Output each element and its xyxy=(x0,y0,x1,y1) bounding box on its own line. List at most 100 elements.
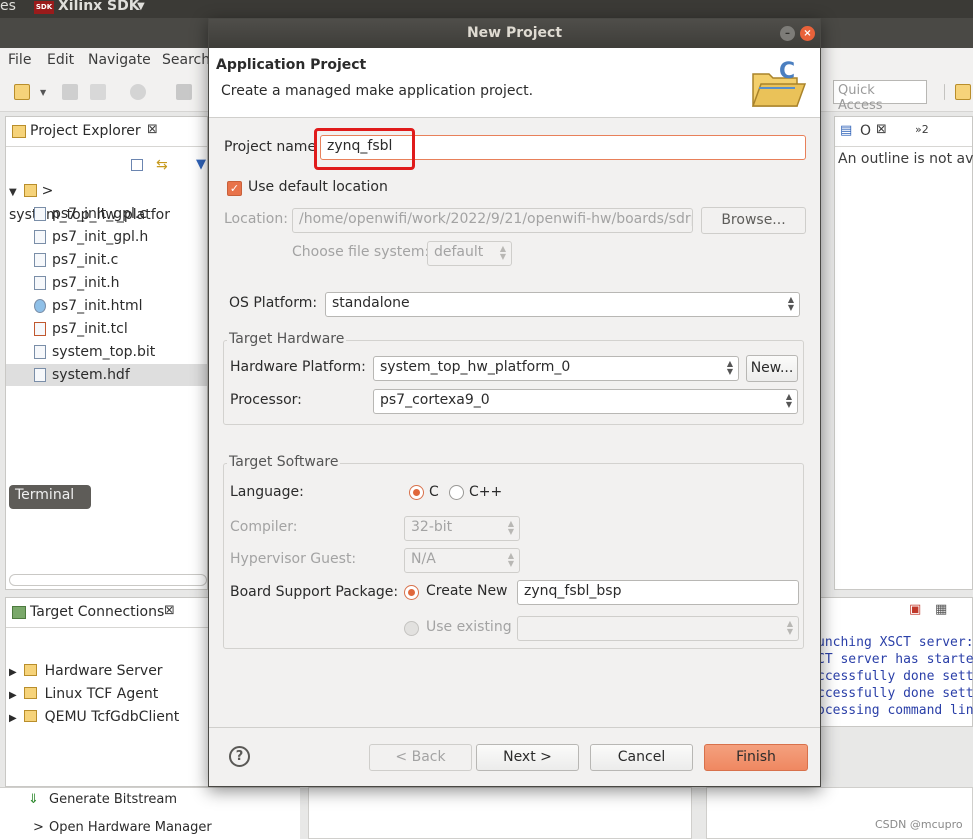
bsp-use-existing-label: Use existing xyxy=(426,619,512,635)
app-menu-title[interactable]: Xilinx SDK xyxy=(58,0,140,14)
dialog-header: Application Project Create a managed mak… xyxy=(209,48,820,118)
link-editor-icon[interactable]: ⇆ xyxy=(156,157,168,173)
language-c-radio[interactable] xyxy=(409,485,424,500)
hypervisor-guest-value: N/A xyxy=(411,551,436,567)
menu-file[interactable]: File xyxy=(8,52,31,68)
location-label: Location: xyxy=(224,211,288,227)
tree-file[interactable]: ps7_init.html xyxy=(34,295,204,317)
location-input[interactable]: /home/openwifi/work/2022/9/21/openwifi-h… xyxy=(292,208,693,233)
tree-file[interactable]: system_top.bit xyxy=(34,341,204,363)
tree-file-label: ps7_init.h xyxy=(52,275,120,291)
outline-tab[interactable]: O xyxy=(860,123,871,139)
outline-panel: ▤ O ⊠ »2 An outline is not ava xyxy=(834,116,973,590)
bsp-label: Board Support Package: xyxy=(230,584,399,600)
new-hardware-button[interactable]: New... xyxy=(746,355,798,382)
use-default-location-checkbox[interactable]: ✓ xyxy=(227,181,242,196)
file-system-value: default xyxy=(434,244,484,260)
tree-file[interactable]: ps7_init_gpl.c xyxy=(34,203,204,225)
minimize-icon[interactable]: – xyxy=(780,26,795,41)
finish-button[interactable]: Finish xyxy=(704,744,808,771)
tree-connection[interactable]: ▶ QEMU TcfGdbClient xyxy=(9,706,179,728)
new-wizard-icon[interactable] xyxy=(14,84,30,100)
folder-icon xyxy=(24,710,38,722)
spinner-arrows-icon: ▲ ▼ xyxy=(785,392,792,409)
bsp-create-new-radio[interactable] xyxy=(404,585,419,600)
tree-file-label: ps7_init.c xyxy=(52,252,119,268)
os-platform-value: standalone xyxy=(332,295,410,311)
tree-file[interactable]: ps7_init.tcl xyxy=(34,318,204,340)
processor-select[interactable]: ps7_cortexa9_0 ▲ ▼ xyxy=(373,389,798,414)
project-explorer-title: Project Explorer xyxy=(30,123,141,139)
save-icon[interactable] xyxy=(62,84,78,100)
h-file-icon xyxy=(34,230,46,244)
bsp-name-input[interactable]: zynq_fsbl_bsp xyxy=(517,580,799,605)
help-icon[interactable]: ? xyxy=(229,746,250,767)
processor-label: Processor: xyxy=(230,392,302,408)
bsp-existing-select[interactable]: ▲ ▼ xyxy=(517,616,799,641)
tree-connection[interactable]: ▶ Hardware Server xyxy=(9,660,163,682)
open-hardware-manager-item[interactable]: Open Hardware Manager xyxy=(49,820,212,835)
filter-icon[interactable]: ▼ xyxy=(196,157,206,172)
console-line: ccessfully done sett xyxy=(817,686,973,701)
clear-console-icon[interactable]: ▣ xyxy=(909,602,921,617)
hdf-file-icon xyxy=(34,368,46,382)
annotation-highlight-box xyxy=(314,128,415,170)
tree-file-label: system.hdf xyxy=(52,367,130,383)
browse-button[interactable]: Browse... xyxy=(701,207,806,234)
horizontal-scrollbar[interactable] xyxy=(9,574,207,586)
cancel-button[interactable]: Cancel xyxy=(590,744,693,771)
menu-search[interactable]: Search xyxy=(162,52,210,68)
hypervisor-guest-select[interactable]: N/A ▲ ▼ xyxy=(404,548,520,573)
tree-file[interactable]: ps7_init.h xyxy=(34,272,204,294)
console-line: CT server has starte xyxy=(817,652,973,667)
tree-project-root[interactable]: ▼ > system_top_hw_platfor xyxy=(9,180,207,223)
menu-navigate[interactable]: Navigate xyxy=(88,52,151,68)
console-line: ccessfully done sett xyxy=(817,669,973,684)
svg-text:C: C xyxy=(779,59,795,84)
tree-file-selected[interactable]: system.hdf xyxy=(6,364,207,386)
language-c-label: C xyxy=(429,484,439,500)
menu-edit[interactable]: Edit xyxy=(47,52,74,68)
hardware-platform-select[interactable]: system_top_hw_platform_0 ▲ ▼ xyxy=(373,356,739,381)
os-platform-label: OS Platform: xyxy=(229,295,318,311)
outline-empty-message: An outline is not ava xyxy=(838,151,973,167)
save-all-icon[interactable] xyxy=(90,84,106,100)
dialog-title: New Project xyxy=(466,25,563,41)
previous-menu-label[interactable]: es xyxy=(0,0,16,14)
processor-value: ps7_cortexa9_0 xyxy=(380,392,490,408)
os-platform-select[interactable]: standalone ▲ ▼ xyxy=(325,292,800,317)
compiler-select[interactable]: 32-bit ▲ ▼ xyxy=(404,516,520,541)
spinner-arrows-icon: ▲ ▼ xyxy=(786,619,793,636)
tree-connection[interactable]: ▶ Linux TCF Agent xyxy=(9,683,158,705)
chevron-down-icon[interactable]: ▼ xyxy=(137,1,145,12)
file-icon xyxy=(34,345,46,359)
close-icon[interactable]: ⊠ xyxy=(876,122,887,137)
chevron-down-icon[interactable]: ▼ xyxy=(40,88,48,97)
quick-access-input[interactable]: Quick Access xyxy=(833,80,927,113)
close-icon[interactable]: × xyxy=(800,26,815,41)
open-perspective-icon[interactable] xyxy=(955,84,971,100)
console-line: ocessing command lin xyxy=(817,703,973,718)
bsp-use-existing-radio[interactable] xyxy=(404,621,419,636)
build-hammer-icon[interactable] xyxy=(176,84,192,100)
project-explorer-tab[interactable]: Project Explorer ⊠ xyxy=(6,117,207,147)
overflow-tabs-chevron[interactable]: »2 xyxy=(915,123,929,136)
tree-file[interactable]: ps7_init_gpl.h xyxy=(34,226,204,248)
scroll-lock-icon[interactable]: ▦ xyxy=(935,602,947,617)
close-icon[interactable]: ⊠ xyxy=(164,603,175,618)
connection-icon xyxy=(12,606,26,619)
debug-icon[interactable] xyxy=(130,84,146,100)
next-button[interactable]: Next > xyxy=(476,744,579,771)
tree-file[interactable]: ps7_init.c xyxy=(34,249,204,271)
back-button[interactable]: < Back xyxy=(369,744,472,771)
generate-bitstream-item[interactable]: Generate Bitstream xyxy=(49,792,177,807)
bsp-create-new-label: Create New xyxy=(426,583,508,599)
collapse-all-icon[interactable] xyxy=(131,159,143,171)
wizard-page-title: Application Project xyxy=(216,57,367,73)
hypervisor-guest-label: Hypervisor Guest: xyxy=(230,551,357,567)
download-arrow-icon: ⇓ xyxy=(28,792,39,807)
language-cpp-radio[interactable] xyxy=(449,485,464,500)
target-hardware-title: Target Hardware xyxy=(227,331,347,347)
file-system-select[interactable]: default ▲ ▼ xyxy=(427,241,512,266)
close-icon[interactable]: ⊠ xyxy=(147,122,158,137)
